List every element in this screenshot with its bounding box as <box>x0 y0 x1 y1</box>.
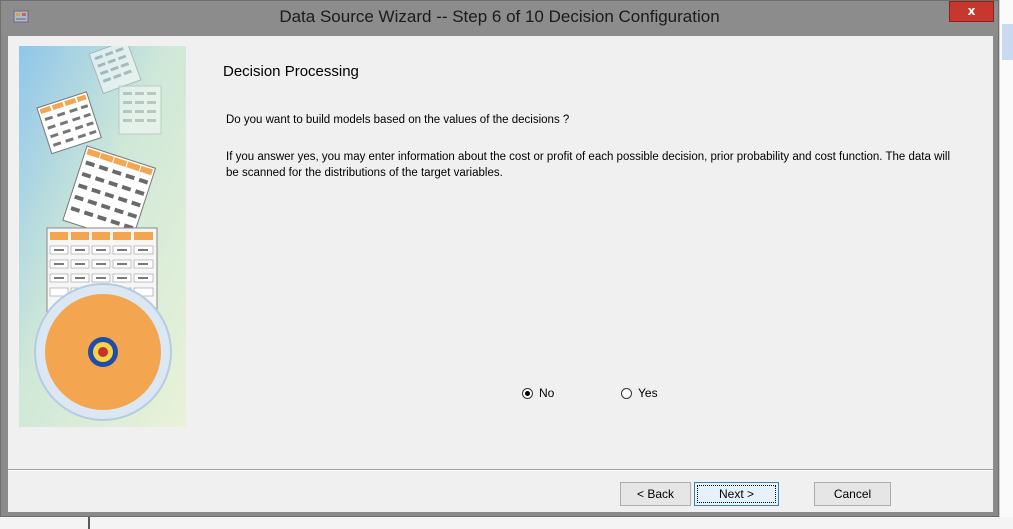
background-divider <box>88 517 90 529</box>
radio-checked-icon[interactable] <box>522 387 533 399</box>
wizard-body: Decision Processing Do you want to build… <box>8 36 993 512</box>
radio-no[interactable]: No <box>522 386 554 400</box>
back-button-label: < Back <box>636 487 675 501</box>
background-window-edge <box>999 0 1013 529</box>
background-taskbar-edge <box>0 517 1013 529</box>
background-highlight <box>1002 24 1013 60</box>
close-button[interactable]: x <box>949 1 994 22</box>
radio-unchecked-icon[interactable] <box>621 387 632 399</box>
button-separator <box>8 469 993 471</box>
next-button-label: Next > <box>718 487 754 501</box>
data-tables-illustration <box>19 46 186 427</box>
wizard-window: Data Source Wizard -- Step 6 of 10 Decis… <box>0 0 999 517</box>
close-icon: x <box>967 4 976 18</box>
title-bar[interactable]: Data Source Wizard -- Step 6 of 10 Decis… <box>1 1 998 35</box>
next-button[interactable]: Next > <box>694 482 779 506</box>
page-heading: Decision Processing <box>223 63 359 80</box>
radio-no-label: No <box>539 386 555 400</box>
cancel-button-label: Cancel <box>833 487 872 501</box>
decision-question: Do you want to build models based on the… <box>226 114 570 126</box>
window-title: Data Source Wizard -- Step 6 of 10 Decis… <box>279 7 720 26</box>
cancel-button[interactable]: Cancel <box>814 482 891 506</box>
back-button[interactable]: < Back <box>620 482 691 506</box>
radio-yes[interactable]: Yes <box>621 386 658 400</box>
decision-info-text: If you answer yes, you may enter informa… <box>226 151 951 179</box>
radio-yes-label: Yes <box>638 386 658 400</box>
